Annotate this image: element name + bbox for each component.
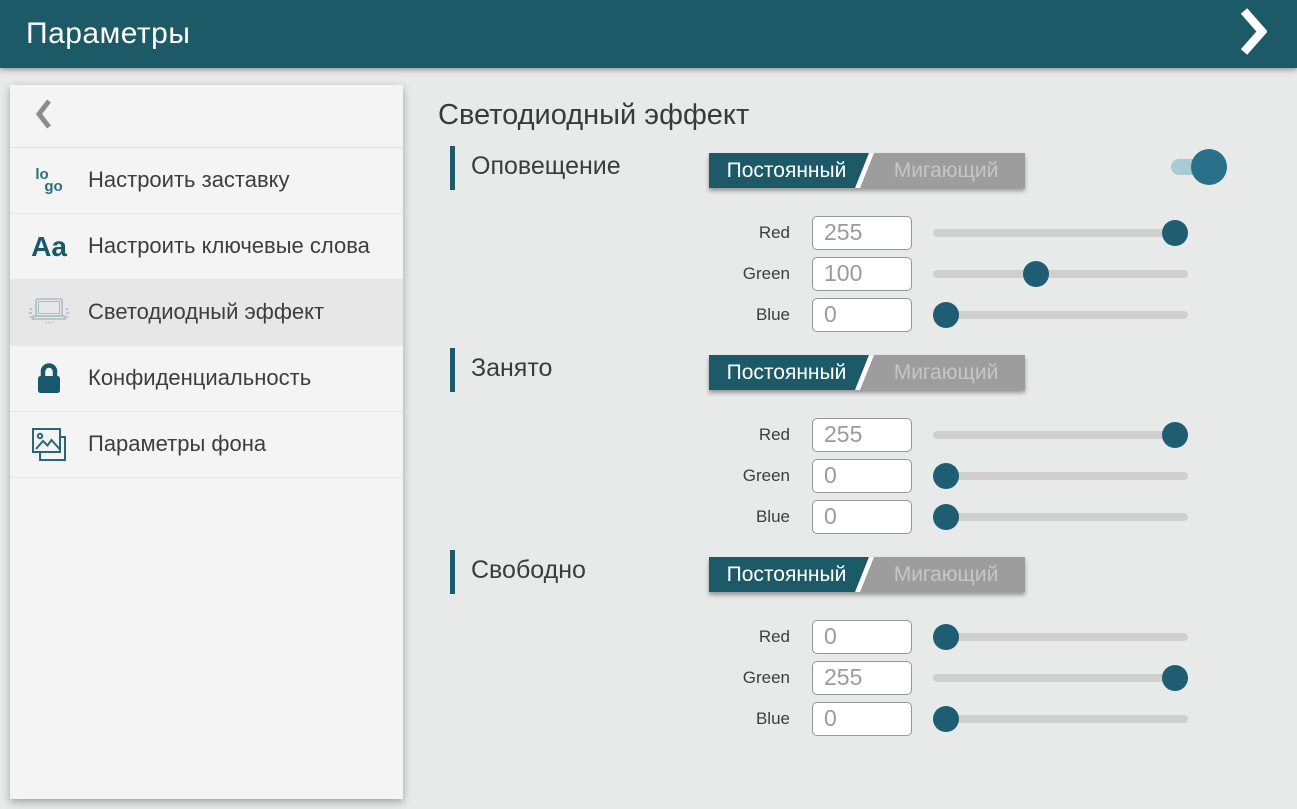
sidebar-item-background[interactable]: Параметры фона bbox=[10, 412, 403, 478]
lock-icon bbox=[10, 361, 88, 397]
section-header: Свободно Постоянный Мигающий bbox=[437, 548, 1247, 596]
background-icon bbox=[10, 426, 88, 464]
green-value-input[interactable] bbox=[812, 661, 912, 695]
sidebar: lo go Настроить заставку Aa Настроить кл… bbox=[10, 85, 403, 799]
slider-thumb[interactable] bbox=[933, 463, 959, 489]
red-value-input[interactable] bbox=[812, 418, 912, 452]
slider-thumb[interactable] bbox=[933, 706, 959, 732]
green-value-input[interactable] bbox=[812, 257, 912, 291]
sidebar-item-keywords[interactable]: Aa Настроить ключевые слова bbox=[10, 214, 403, 280]
section-header: Оповещение Постоянный Мигающий bbox=[437, 144, 1247, 192]
slider-thumb[interactable] bbox=[1023, 261, 1049, 287]
led-effect-panel: Светодиодный эффект Оповещение Постоянны… bbox=[437, 85, 1247, 739]
section-accent-bar bbox=[450, 550, 455, 594]
red-value-input[interactable] bbox=[812, 620, 912, 654]
rgb-row-green: Green bbox=[437, 455, 1247, 496]
red-slider[interactable] bbox=[933, 220, 1188, 246]
green-slider[interactable] bbox=[933, 665, 1188, 691]
rgb-row-blue: Blue bbox=[437, 294, 1247, 335]
sidebar-item-screensaver[interactable]: lo go Настроить заставку bbox=[10, 148, 403, 214]
blue-slider[interactable] bbox=[933, 302, 1188, 328]
logo-icon: lo go bbox=[10, 169, 88, 193]
sidebar-item-label: Конфиденциальность bbox=[88, 364, 311, 392]
slider-thumb[interactable] bbox=[933, 504, 959, 530]
section-label: Свободно bbox=[471, 556, 586, 585]
rgb-rows: Red Green Blue bbox=[437, 212, 1247, 335]
green-label: Green bbox=[437, 668, 790, 688]
rgb-row-blue: Blue bbox=[437, 698, 1247, 739]
sidebar-collapse-button[interactable] bbox=[10, 85, 403, 148]
blue-label: Blue bbox=[437, 507, 790, 527]
sidebar-item-label: Настроить заставку bbox=[88, 166, 290, 194]
slider-thumb[interactable] bbox=[933, 624, 959, 650]
blue-slider[interactable] bbox=[933, 504, 1188, 530]
slider-track[interactable] bbox=[933, 472, 1188, 480]
settings-window: Параметры lo go Настроить заставку bbox=[0, 0, 1297, 809]
section-label: Занято bbox=[471, 354, 552, 383]
slider-track[interactable] bbox=[933, 431, 1188, 439]
slider-track[interactable] bbox=[933, 270, 1188, 278]
slider-thumb[interactable] bbox=[1162, 665, 1188, 691]
chevron-right-icon bbox=[1240, 8, 1267, 60]
red-slider[interactable] bbox=[933, 422, 1188, 448]
section-accent-bar bbox=[450, 146, 455, 190]
green-label: Green bbox=[437, 466, 790, 486]
red-slider[interactable] bbox=[933, 624, 1188, 650]
rgb-row-blue: Blue bbox=[437, 496, 1247, 537]
mode-segmented-control: Постоянный Мигающий bbox=[709, 355, 1025, 390]
slider-thumb[interactable] bbox=[1162, 220, 1188, 246]
rgb-row-red: Red bbox=[437, 414, 1247, 455]
rgb-row-green: Green bbox=[437, 253, 1247, 294]
sidebar-item-privacy[interactable]: Конфиденциальность bbox=[10, 346, 403, 412]
toggle-thumb bbox=[1191, 149, 1227, 185]
chevron-left-icon bbox=[34, 98, 53, 135]
panel-title: Светодиодный эффект bbox=[438, 99, 1247, 133]
slider-track[interactable] bbox=[933, 674, 1188, 682]
page-title: Параметры bbox=[26, 17, 190, 51]
section-busy: Занято Постоянный Мигающий Red bbox=[437, 346, 1247, 537]
mode-segmented-control: Постоянный Мигающий bbox=[709, 153, 1025, 188]
mode-segmented-control: Постоянный Мигающий bbox=[709, 557, 1025, 592]
red-label: Red bbox=[437, 425, 790, 445]
slider-thumb[interactable] bbox=[1162, 422, 1188, 448]
rgb-rows: Red Green Blue bbox=[437, 414, 1247, 537]
blue-value-input[interactable] bbox=[812, 702, 912, 736]
sidebar-item-label: Настроить ключевые слова bbox=[88, 232, 370, 260]
notification-toggle[interactable] bbox=[1170, 149, 1227, 185]
sidebar-item-label: Светодиодный эффект bbox=[88, 298, 324, 326]
section-header: Занято Постоянный Мигающий bbox=[437, 346, 1247, 394]
red-value-input[interactable] bbox=[812, 216, 912, 250]
red-label: Red bbox=[437, 223, 790, 243]
rgb-row-red: Red bbox=[437, 616, 1247, 657]
blue-label: Blue bbox=[437, 709, 790, 729]
green-slider[interactable] bbox=[933, 463, 1188, 489]
slider-track[interactable] bbox=[933, 513, 1188, 521]
keywords-icon: Aa bbox=[10, 233, 88, 261]
green-slider[interactable] bbox=[933, 261, 1188, 287]
slider-track[interactable] bbox=[933, 633, 1188, 641]
slider-track[interactable] bbox=[933, 229, 1188, 237]
section-accent-bar bbox=[450, 348, 455, 392]
sidebar-item-led-effect[interactable]: Светодиодный эффект bbox=[10, 280, 403, 346]
green-label: Green bbox=[437, 264, 790, 284]
green-value-input[interactable] bbox=[812, 459, 912, 493]
led-screen-icon bbox=[10, 295, 88, 331]
rgb-row-green: Green bbox=[437, 657, 1247, 698]
blue-value-input[interactable] bbox=[812, 298, 912, 332]
red-label: Red bbox=[437, 627, 790, 647]
top-app-bar: Параметры bbox=[0, 0, 1297, 68]
forward-button[interactable] bbox=[1236, 6, 1271, 62]
slider-thumb[interactable] bbox=[933, 302, 959, 328]
rgb-row-red: Red bbox=[437, 212, 1247, 253]
slider-track[interactable] bbox=[933, 311, 1188, 319]
section-label: Оповещение bbox=[471, 152, 621, 181]
slider-track[interactable] bbox=[933, 715, 1188, 723]
blue-slider[interactable] bbox=[933, 706, 1188, 732]
blue-value-input[interactable] bbox=[812, 500, 912, 534]
blue-label: Blue bbox=[437, 305, 790, 325]
section-free: Свободно Постоянный Мигающий Red bbox=[437, 548, 1247, 739]
sidebar-item-label: Параметры фона bbox=[88, 430, 266, 458]
rgb-rows: Red Green Blue bbox=[437, 616, 1247, 739]
section-notification: Оповещение Постоянный Мигающий Red bbox=[437, 144, 1247, 335]
